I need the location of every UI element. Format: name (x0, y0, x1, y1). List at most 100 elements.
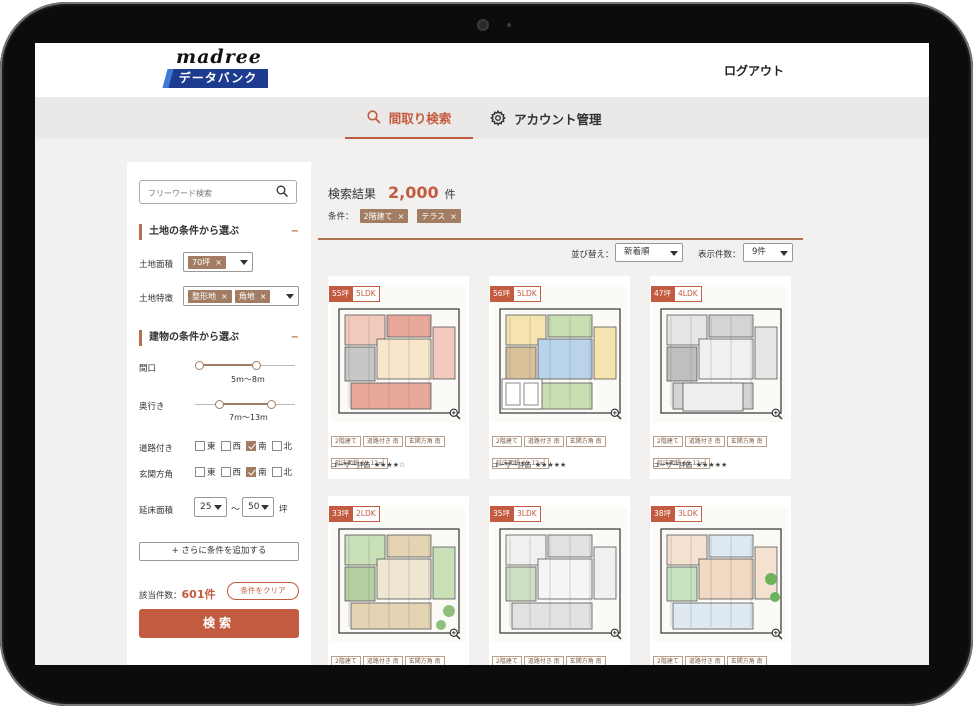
floorplan-card[interactable]: 56坪 5LDK 2階建て 道路付き 南玄関方角 南延床面積 69.12㎡ ユーザー評価… (489, 276, 630, 479)
remove-icon: × (450, 211, 457, 221)
checkbox-west[interactable]: 西 (220, 466, 241, 478)
floorplan-image[interactable] (492, 287, 627, 422)
zoom-icon[interactable] (449, 405, 461, 424)
checkbox-east[interactable]: 東 (195, 440, 216, 452)
checkbox-south[interactable]: 南 (246, 440, 267, 452)
floorplan-image[interactable] (492, 507, 627, 642)
road-direction-checks: 東 西 南 北 (195, 440, 297, 452)
floorplan-card[interactable]: 33坪 2LDK 2階建て 道路付き 南玄関方角 南 (328, 496, 469, 665)
active-conditions: 条件： 2階建て × テラス × (328, 209, 464, 223)
filter-sidebar: 土地の条件から選ぶ − 土地面積 70坪× 土地特徴 整形地× 角地× 建物の条… (127, 162, 311, 665)
frontage-slider[interactable] (195, 361, 295, 370)
floorplan-card[interactable]: 35坪 3LDK 2階建て 道路付き 南玄関方角 南 (489, 496, 630, 665)
remove-icon: × (397, 211, 405, 221)
floor-area-min-select[interactable]: 25 (194, 497, 227, 517)
slider-handle[interactable] (195, 361, 204, 370)
zoom-icon[interactable] (771, 405, 783, 424)
feature-tag: 道路付き 南 (684, 656, 725, 665)
land-area-chip[interactable]: 70坪 × (188, 255, 226, 269)
tab-account-management[interactable]: アカウント管理 (490, 97, 602, 139)
floorplan-card[interactable]: 55坪 5LDK 2階建て 道路付き 南玄関方角 南延床面積 69.12㎡ ユーザー評価… (328, 276, 469, 479)
remove-icon: × (259, 291, 267, 301)
card-tags: 2階建て 道路付き 南玄関方角 南 (653, 648, 791, 665)
building-section-title[interactable]: 建物の条件から選ぶ − (139, 330, 299, 346)
checkbox-north[interactable]: 北 (271, 466, 292, 478)
depth-slider[interactable] (195, 400, 295, 409)
checkbox-east[interactable]: 東 (195, 466, 216, 478)
floorplan-image[interactable] (331, 287, 466, 422)
rating-label: ユーザー評価 (653, 461, 692, 469)
zoom-icon[interactable] (771, 625, 783, 644)
feature-tag: 2階建て (653, 436, 683, 447)
condition-chip[interactable]: 2階建て × (359, 209, 409, 223)
header: madree データバンク ログアウト (35, 43, 929, 97)
logo-subtitle: データバンク (168, 69, 268, 88)
logout-link[interactable]: ログアウト (724, 62, 784, 79)
card-tags: 2階建て 道路付き 南玄関方角 南 (492, 648, 630, 665)
floorplan-card[interactable]: 47坪 4LDK 2階建て 道路付き 南玄関方角 南延床面積 69.12㎡ ユーザー評価… (650, 276, 791, 479)
sort-label: 並び替え： (571, 250, 614, 260)
search-icon[interactable] (276, 185, 289, 198)
layout-badge: 3LDK (513, 506, 541, 522)
freeword-search (139, 180, 297, 205)
floor-area-max-select[interactable]: 50 (242, 497, 274, 517)
slider-handle[interactable] (267, 400, 276, 409)
feature-tag: 2階建て (331, 656, 361, 665)
sort-select[interactable]: 新着順 (615, 243, 683, 262)
checkbox-west[interactable]: 西 (220, 440, 241, 452)
add-condition-button[interactable]: + さらに条件を追加する (139, 542, 299, 561)
checkbox-south[interactable]: 南 (246, 466, 267, 478)
layout-badge: 5LDK (352, 286, 380, 302)
land-area-select[interactable]: 70坪 × (183, 252, 253, 272)
zoom-icon[interactable] (610, 625, 622, 644)
feature-tag: 玄関方角 南 (726, 436, 767, 447)
clear-conditions-button[interactable]: 条件をクリア (227, 582, 299, 600)
tablet-frame: madree データバンク ログアウト 間取り検索 アカウント管理 フリーワード… (0, 2, 973, 706)
tab-floorplan-search[interactable]: 間取り検索 (345, 97, 473, 139)
match-count: 該当件数：601件 (139, 588, 216, 601)
per-page-select[interactable]: 9件 (743, 243, 793, 262)
collapse-icon[interactable]: − (291, 224, 299, 240)
feature-tag: 2階建て (653, 656, 683, 665)
floorplan-image[interactable] (653, 507, 788, 642)
floorplan-image[interactable] (653, 287, 788, 422)
collapse-icon[interactable]: − (291, 330, 299, 346)
floorplan-card[interactable]: 38坪 3LDK 2階建て 道路付き 南玄関方角 南 (650, 496, 791, 665)
land-section-title[interactable]: 土地の条件から選ぶ − (139, 224, 299, 240)
gear-icon (490, 110, 506, 126)
range-tilde: 〜 (231, 505, 241, 515)
layout-badge: 5LDK (513, 286, 541, 302)
checkbox-north[interactable]: 北 (271, 440, 292, 452)
user-rating: ユーザー評価 ★★★★★ (492, 459, 566, 469)
feature-tag: 2階建て (492, 436, 522, 447)
land-feature-select[interactable]: 整形地 × 角地 × (183, 286, 299, 306)
slider-handle[interactable] (252, 361, 261, 370)
tab-label: 間取り検索 (388, 110, 452, 126)
frontage-label: 間口 (139, 364, 157, 374)
rating-label: ユーザー評価 (492, 461, 531, 469)
zoom-icon[interactable] (449, 625, 461, 644)
feature-tag: 玄関方角 南 (404, 436, 445, 447)
freeword-search-input[interactable] (140, 182, 270, 205)
zoom-icon[interactable] (610, 405, 622, 424)
tsubo-badge: 55坪 (329, 286, 353, 302)
results-header: 検索結果 2,000 件 (328, 183, 456, 202)
chevron-down-icon (240, 260, 248, 265)
floorplan-image[interactable] (331, 507, 466, 642)
condition-chip[interactable]: テラス × (417, 209, 461, 223)
search-button[interactable]: 検索 (139, 609, 299, 638)
user-rating: ユーザー評価 ★★★★★ (653, 459, 727, 469)
land-feature-chip[interactable]: 角地 × (234, 289, 271, 303)
divider (318, 238, 803, 240)
land-feature-chip[interactable]: 整形地 × (188, 289, 232, 303)
feature-tag: 2階建て (492, 656, 522, 665)
feature-tag: 道路付き 南 (362, 656, 403, 665)
app-screen: madree データバンク ログアウト 間取り検索 アカウント管理 フリーワード… (35, 43, 929, 665)
entrance-direction-checks: 東 西 南 北 (195, 466, 297, 478)
remove-icon: × (221, 291, 228, 301)
logo[interactable]: madree データバンク (166, 46, 270, 90)
chevron-down-icon (286, 294, 294, 299)
main-nav: 間取り検索 アカウント管理 (35, 97, 929, 139)
slider-handle[interactable] (215, 400, 224, 409)
chevron-down-icon (670, 251, 678, 256)
